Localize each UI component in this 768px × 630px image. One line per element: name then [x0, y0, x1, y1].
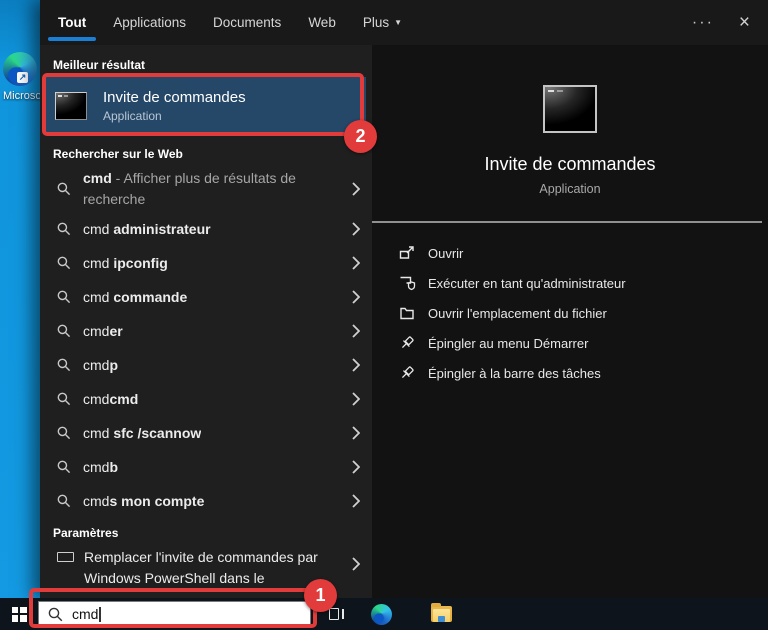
pin-icon: [398, 335, 416, 351]
search-icon: [57, 392, 71, 406]
chevron-right-icon[interactable]: [352, 324, 360, 338]
search-filter-tabs: Tout Applications Documents Web Plus ▼: [47, 0, 402, 45]
desktop-shortcut-label: Microsoft: [3, 90, 40, 102]
tab-applications[interactable]: Applications: [113, 0, 186, 45]
cmd-terminal-icon-large: [543, 85, 597, 133]
search-icon: [57, 222, 71, 236]
desktop-shortcut-edge[interactable]: ↗ Microsoft: [3, 52, 40, 102]
taskbar: cmd: [0, 598, 768, 630]
section-web-search: Rechercher sur le Web: [53, 147, 183, 161]
search-icon: [57, 182, 71, 196]
best-result-item[interactable]: Invite de commandes Application: [45, 77, 366, 135]
search-icon: [57, 460, 71, 474]
tab-web[interactable]: Web: [308, 0, 336, 45]
action-pin-to-taskbar[interactable]: Épingler à la barre des tâches: [398, 358, 626, 388]
annotation-badge-1: 1: [304, 579, 337, 612]
best-result-title: Invite de commandes: [103, 89, 246, 106]
taskbar-file-explorer-button[interactable]: [431, 603, 452, 622]
header-actions: ··· ×: [692, 13, 750, 32]
chevron-right-icon[interactable]: [352, 358, 360, 372]
search-results-body: Meilleur résultat Invite de commandes Ap…: [40, 45, 768, 598]
section-parametres: Paramètres: [53, 526, 119, 540]
windows-search-screen: ↗ Microsoft Tout Applications Documents …: [0, 0, 768, 630]
action-run-as-admin[interactable]: Exécuter en tant qu'administrateur: [398, 268, 626, 298]
file-location-icon: [398, 305, 416, 321]
desktop-wallpaper: ↗ Microsoft: [0, 0, 40, 630]
window-setting-icon: [57, 552, 74, 562]
windows-logo-icon: [11, 606, 27, 622]
chevron-right-icon[interactable]: [352, 181, 360, 196]
action-label: Épingler au menu Démarrer: [428, 335, 589, 351]
suggestion-row[interactable]: cmd ipconfig: [40, 246, 372, 280]
action-label: Épingler à la barre des tâches: [428, 365, 601, 381]
text-caret: [99, 606, 101, 622]
preview-subtitle: Application: [539, 182, 601, 196]
annotation-badge-2: 2: [344, 120, 377, 153]
search-icon: [48, 607, 63, 622]
task-view-icon[interactable]: [328, 607, 344, 621]
search-icon: [57, 358, 71, 372]
search-icon: [57, 324, 71, 338]
preview-title: Invite de commandes: [484, 154, 656, 174]
chevron-right-icon[interactable]: [352, 460, 360, 474]
taskbar-edge-button[interactable]: [371, 603, 392, 625]
tab-tout[interactable]: Tout: [47, 0, 97, 45]
chevron-right-icon[interactable]: [352, 557, 360, 571]
action-open-file-location[interactable]: Ouvrir l'emplacement du fichier: [398, 298, 626, 328]
search-icon: [57, 494, 71, 508]
suggestion-row[interactable]: cmd commande: [40, 280, 372, 314]
results-column: Meilleur résultat Invite de commandes Ap…: [40, 45, 372, 598]
suggestion-row[interactable]: cmds mon compte: [40, 484, 372, 518]
action-open[interactable]: Ouvrir: [398, 238, 626, 268]
tab-plus[interactable]: Plus ▼: [363, 0, 402, 45]
open-window-icon: [398, 245, 416, 261]
search-icon: [57, 290, 71, 304]
pin-icon: [398, 365, 416, 381]
section-best-result: Meilleur résultat: [53, 58, 146, 72]
action-pin-to-start[interactable]: Épingler au menu Démarrer: [398, 328, 626, 358]
tab-documents[interactable]: Documents: [213, 0, 281, 45]
search-icon: [57, 256, 71, 270]
edge-logo-icon: [371, 603, 392, 625]
preview-divider: [372, 221, 762, 223]
cmd-terminal-icon: [55, 92, 87, 120]
chevron-right-icon[interactable]: [352, 256, 360, 270]
run-as-admin-shield-icon: [398, 275, 416, 291]
search-query-text: cmd: [72, 606, 99, 622]
close-icon[interactable]: ×: [739, 13, 750, 32]
shortcut-arrow-icon: ↗: [17, 72, 28, 83]
taskbar-search-input[interactable]: cmd: [38, 601, 311, 627]
chevron-right-icon[interactable]: [352, 426, 360, 440]
action-label: Ouvrir l'emplacement du fichier: [428, 305, 607, 321]
action-label: Exécuter en tant qu'administrateur: [428, 275, 626, 291]
search-header: Tout Applications Documents Web Plus ▼ ··…: [40, 0, 768, 45]
suggestion-row[interactable]: cmd sfc /scannow: [40, 416, 372, 450]
action-label: Ouvrir: [428, 245, 464, 261]
chevron-right-icon[interactable]: [352, 392, 360, 406]
best-result-subtitle: Application: [103, 109, 162, 123]
search-flyout-panel: Tout Applications Documents Web Plus ▼ ··…: [40, 0, 768, 598]
suggestion-row[interactable]: cmdp: [40, 348, 372, 382]
chevron-right-icon[interactable]: [352, 494, 360, 508]
chevron-down-icon: ▼: [394, 18, 403, 27]
chevron-right-icon[interactable]: [352, 222, 360, 236]
suggestion-row[interactable]: cmdcmd: [40, 382, 372, 416]
more-options-icon[interactable]: ···: [692, 14, 714, 32]
preview-pane: Invite de commandes Application Ouvrir E…: [372, 45, 768, 598]
context-actions: Ouvrir Exécuter en tant qu'administrateu…: [372, 238, 626, 388]
chevron-right-icon[interactable]: [352, 290, 360, 304]
suggestion-row[interactable]: cmder: [40, 314, 372, 348]
start-button[interactable]: [0, 598, 38, 630]
suggestion-row[interactable]: cmd administrateur: [40, 212, 372, 246]
suggestion-row[interactable]: cmdb: [40, 450, 372, 484]
search-icon: [57, 426, 71, 440]
suggestion-row-more-results[interactable]: cmd - Afficher plus de résultats de rech…: [40, 165, 372, 212]
